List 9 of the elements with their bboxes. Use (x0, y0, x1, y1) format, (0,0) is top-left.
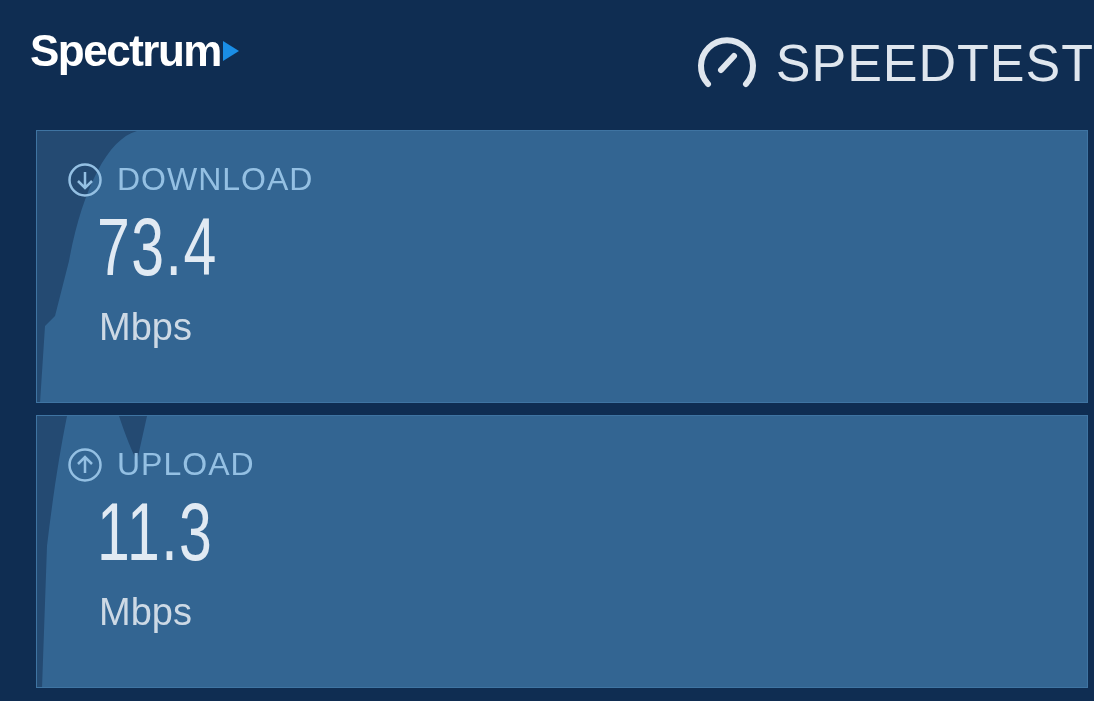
app-title: SPEEDTEST (775, 33, 1094, 93)
triangle-icon (222, 41, 239, 61)
result-label: DOWNLOAD (117, 161, 314, 198)
speed-unit: Mbps (99, 306, 193, 349)
speed-unit: Mbps (99, 591, 193, 634)
brand-logo: Spectrum (30, 26, 221, 76)
result-label: UPLOAD (117, 446, 255, 483)
speed-value: 73.4 (97, 206, 219, 288)
speed-value: 11.3 (97, 491, 215, 573)
